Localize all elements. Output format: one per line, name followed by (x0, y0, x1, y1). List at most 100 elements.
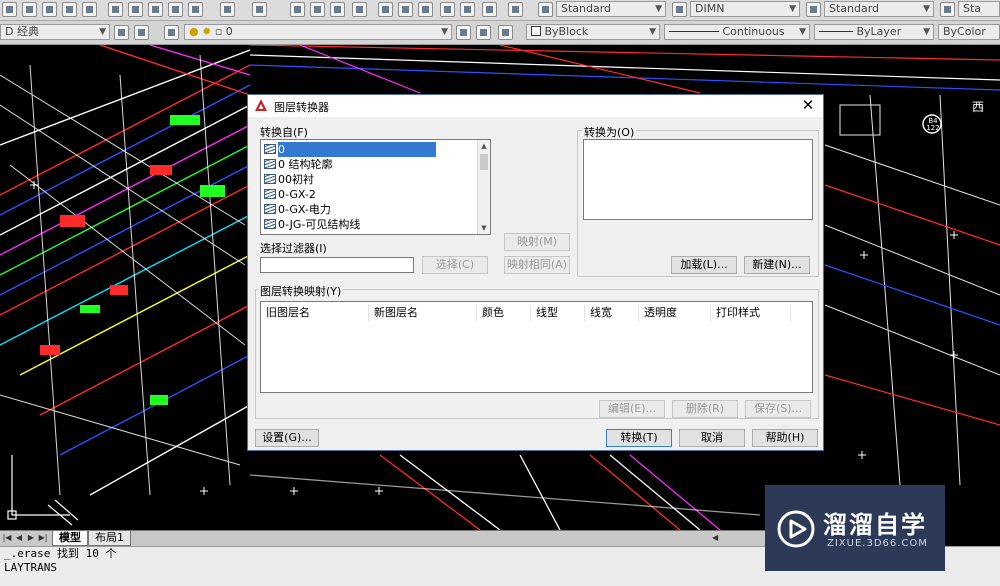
text-style-icon[interactable] (538, 2, 553, 17)
cut-icon[interactable] (108, 2, 123, 17)
3d-dwf-icon[interactable] (82, 2, 97, 17)
scroll-down-icon[interactable]: ▼ (478, 222, 490, 234)
dialog-title: 图层转换器 (274, 101, 329, 114)
layer-combo[interactable]: ● ✹ ▫ 0 ▼ (184, 24, 452, 40)
last-tab-icon[interactable]: ▶| (38, 532, 48, 544)
undo-icon[interactable] (220, 2, 235, 17)
settings-button[interactable]: 设置(G)... (255, 429, 319, 447)
list-item[interactable]: 0-GX-电力 (264, 202, 331, 217)
chevron-down-icon: ▼ (923, 4, 930, 14)
dim-style-icon[interactable] (672, 2, 687, 17)
map-button[interactable]: 映射(M) (504, 233, 570, 251)
text-style-combo[interactable]: Standard ▼ (556, 1, 666, 17)
workspace-toggle-icon[interactable] (134, 25, 149, 40)
save-button[interactable]: 保存(S)... (745, 400, 811, 418)
block-editor-icon[interactable] (188, 2, 203, 17)
cancel-button[interactable]: 取消 (679, 429, 745, 447)
make-current-icon[interactable] (456, 25, 471, 40)
tab-model[interactable]: 模型 (52, 531, 88, 546)
publish-icon[interactable] (62, 2, 77, 17)
mleader-style-combo[interactable]: Sta (958, 1, 1000, 17)
design-center-icon[interactable] (398, 2, 413, 17)
layer-name: 0-GX-电力 (278, 203, 331, 216)
pan-icon[interactable] (290, 2, 305, 17)
list-item[interactable]: 0-GX-2 (264, 187, 316, 202)
layer-name: 0 (278, 142, 436, 157)
dialog-titlebar[interactable]: 图层转换器 ✕ (248, 95, 823, 117)
color-swatch-icon (531, 26, 541, 36)
translate-button[interactable]: 转换(T) (606, 429, 672, 447)
chevron-down-icon: ▼ (799, 27, 806, 37)
dim-style-combo[interactable]: DIMN ▼ (690, 1, 800, 17)
edit-button[interactable]: 编辑(E)... (599, 400, 665, 418)
chevron-down-icon: ▼ (441, 27, 448, 37)
list-item[interactable]: 00初衬 (264, 172, 314, 187)
tool-palettes-icon[interactable] (418, 2, 433, 17)
lineweight-combo[interactable]: ByLayer ▼ (814, 24, 934, 40)
layer-states-icon[interactable] (476, 25, 491, 40)
filter-input[interactable] (260, 257, 414, 273)
delete-button[interactable]: 删除(R) (672, 400, 738, 418)
table-style-icon[interactable] (806, 2, 821, 17)
list-item[interactable]: 0-JG-可见结构线 (264, 217, 360, 232)
mapping-table[interactable]: 旧图层名 新图层名 颜色 线型 线宽 透明度 打印样式 (260, 301, 813, 393)
next-tab-icon[interactable]: ▶ (26, 532, 36, 544)
layer-manager-icon[interactable] (164, 25, 179, 40)
sheet-set-icon[interactable] (440, 2, 455, 17)
list-item[interactable]: 0 结构轮廓 (264, 157, 333, 172)
zoom-window-icon[interactable] (330, 2, 345, 17)
close-icon[interactable]: ✕ (799, 96, 817, 114)
map-same-button[interactable]: 映射相同(A) (504, 256, 570, 274)
tab-layout1[interactable]: 布局1 (88, 531, 131, 546)
scroll-thumb[interactable] (480, 154, 488, 170)
column-header[interactable]: 线型 (531, 305, 585, 321)
layer-name: 0-GX-2 (278, 188, 316, 201)
help-icon[interactable] (508, 2, 523, 17)
redo-icon[interactable] (252, 2, 267, 17)
sun-icon: ✹ (202, 25, 212, 38)
linetype-value: Continuous (722, 25, 785, 38)
layer-previous-icon[interactable] (498, 25, 513, 40)
watermark-logo: 溜溜自学 ZIXUE.3D66.COM (765, 485, 945, 571)
paste-icon[interactable] (148, 2, 163, 17)
column-header[interactable]: 线宽 (585, 305, 639, 321)
workspace-combo[interactable]: D 经典 ▼ (0, 24, 110, 40)
mleader-style-icon[interactable] (940, 2, 955, 17)
select-button[interactable]: 选择(C) (422, 256, 488, 274)
from-list-scrollbar[interactable]: ▲ ▼ (477, 140, 490, 234)
lineweight-value: ByLayer (856, 25, 902, 38)
new-icon[interactable] (2, 2, 17, 17)
preview-icon[interactable] (42, 2, 57, 17)
match-properties-icon[interactable] (168, 2, 183, 17)
plotstyle-combo[interactable]: ByColor (938, 24, 1000, 40)
help-button[interactable]: 帮助(H) (752, 429, 818, 447)
calculator-icon[interactable] (482, 2, 497, 17)
scroll-left-icon[interactable]: ◀ (712, 532, 722, 544)
list-item[interactable]: 0 (264, 142, 436, 157)
current-layer-value: 0 (225, 25, 233, 38)
column-header[interactable]: 颜色 (477, 305, 531, 321)
zoom-realtime-icon[interactable] (310, 2, 325, 17)
table-style-combo[interactable]: Standard ▼ (824, 1, 934, 17)
column-header[interactable]: 新图层名 (369, 305, 477, 321)
from-layer-list[interactable]: 0 0 结构轮廓 00初衬 0-GX-2 0-GX-电力 0-JG-可见结构线 … (260, 139, 491, 235)
column-header[interactable]: 打印样式 (711, 305, 791, 321)
to-layer-list[interactable] (583, 139, 813, 220)
load-button[interactable]: 加载(L)... (671, 256, 737, 274)
zoom-previous-icon[interactable] (352, 2, 367, 17)
color-combo[interactable]: ByBlock ▼ (526, 24, 660, 40)
print-icon[interactable] (22, 2, 37, 17)
layer-icon (264, 159, 276, 169)
new-layer-button[interactable]: 新建(N)... (744, 256, 810, 274)
properties-icon[interactable] (378, 2, 393, 17)
column-header[interactable]: 透明度 (639, 305, 711, 321)
column-header[interactable]: 旧图层名 (261, 305, 369, 321)
workspace-settings-icon[interactable] (114, 25, 129, 40)
scroll-up-icon[interactable]: ▲ (478, 140, 490, 152)
copy-icon[interactable] (128, 2, 143, 17)
linetype-combo[interactable]: Continuous ▼ (664, 24, 810, 40)
watermark-url: ZIXUE.3D66.COM (827, 538, 928, 549)
prev-tab-icon[interactable]: ◀ (14, 532, 24, 544)
first-tab-icon[interactable]: |◀ (2, 532, 12, 544)
markup-icon[interactable] (460, 2, 475, 17)
